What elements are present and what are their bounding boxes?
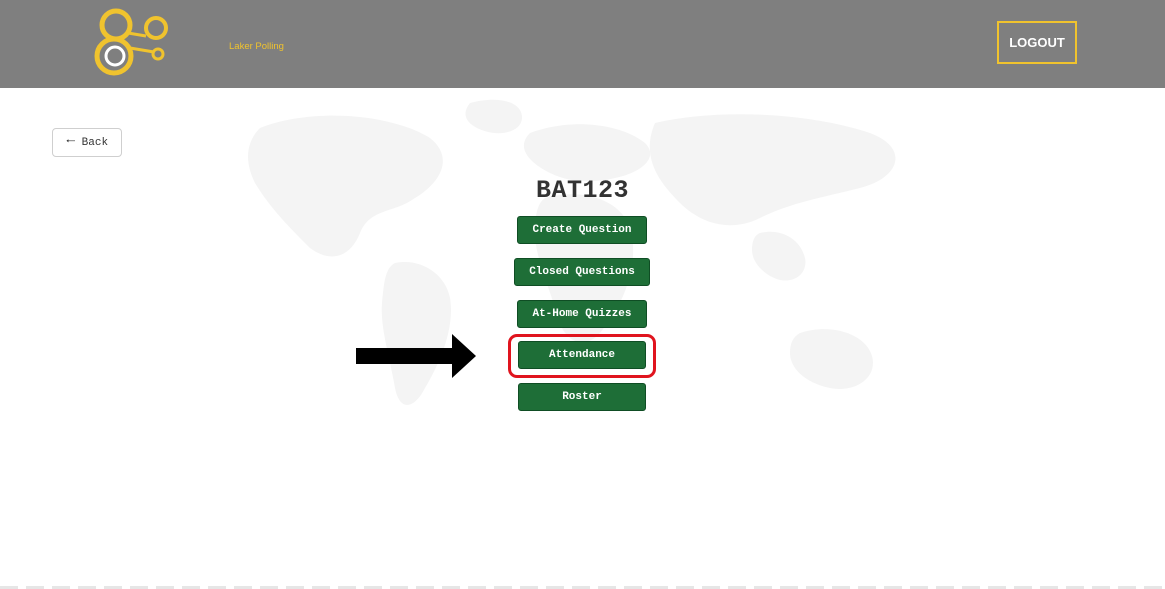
roster-button[interactable]: Roster xyxy=(518,383,646,411)
pointer-arrow-icon xyxy=(356,334,476,378)
logout-button[interactable]: LOGOUT xyxy=(997,21,1077,64)
top-bar: Laker Polling LOGOUT xyxy=(0,0,1165,88)
laker-polling-logo[interactable]: Laker Polling xyxy=(94,8,284,80)
back-label: Back xyxy=(81,136,109,149)
back-button[interactable]: 🠀 Back xyxy=(52,128,122,157)
at-home-quizzes-button[interactable]: At-Home Quizzes xyxy=(517,300,647,328)
logo-text: Laker Polling xyxy=(229,41,284,52)
logo-icon xyxy=(94,8,168,76)
attendance-highlight-box xyxy=(508,334,656,378)
course-title: BAT123 xyxy=(535,176,629,205)
arrow-left-icon: 🠀 xyxy=(65,134,76,148)
create-question-button[interactable]: Create Question xyxy=(517,216,647,244)
closed-questions-button[interactable]: Closed Questions xyxy=(514,258,650,286)
